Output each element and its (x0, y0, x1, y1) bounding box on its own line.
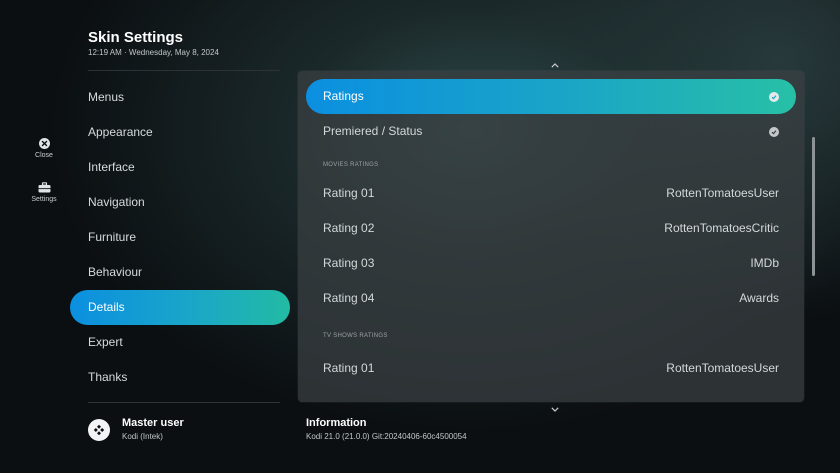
menu-item-label: Furniture (88, 230, 137, 244)
row-label: Ratings (323, 89, 364, 103)
info-version: Kodi 21.0 (21.0.0) Git:20240406-60c45000… (306, 432, 467, 441)
menu-item-label: Navigation (88, 195, 145, 209)
row-value: RottenTomatoesUser (666, 361, 779, 375)
menu-item-appearance[interactable]: Appearance (70, 115, 290, 150)
row-value: RottenTomatoesUser (666, 186, 779, 200)
menu-item-label: Behaviour (88, 265, 143, 279)
menu-item-interface[interactable]: Interface (70, 150, 290, 185)
toggle-ratings[interactable]: Ratings (306, 79, 796, 114)
menu-item-label: Details (88, 300, 125, 314)
user-name: Master user (122, 417, 184, 429)
row-value: Awards (739, 291, 779, 305)
menu-item-details[interactable]: Details (70, 290, 290, 325)
menu-item-label: Thanks (88, 370, 128, 384)
menu-item-behaviour[interactable]: Behaviour (70, 255, 290, 290)
check-icon (769, 126, 779, 137)
menu-item-thanks[interactable]: Thanks (70, 360, 290, 395)
header-divider (88, 70, 280, 71)
settings-label: Settings (31, 196, 57, 203)
menu-divider (88, 402, 280, 403)
row-value: IMDb (750, 256, 779, 270)
section-header-tv: TV SHOWS RATINGS (323, 333, 388, 339)
menu-item-label: Menus (88, 90, 125, 104)
menu-item-furniture[interactable]: Furniture (70, 220, 290, 255)
close-label: Close (35, 152, 53, 159)
user-profile-sub: Kodi (Intek) (122, 432, 163, 441)
row-label: Rating 03 (323, 256, 375, 270)
row-label: Rating 01 (323, 186, 375, 200)
scroll-up-icon[interactable] (551, 60, 559, 70)
tv-rating-01[interactable]: Rating 01 RottenTomatoesUser (306, 351, 796, 386)
menu-item-label: Appearance (88, 125, 153, 139)
scrollbar[interactable] (812, 137, 815, 276)
movie-rating-04[interactable]: Rating 04 Awards (306, 281, 796, 316)
close-button[interactable]: Close (26, 138, 62, 159)
row-label: Premiered / Status (323, 124, 423, 138)
scroll-down-icon[interactable] (551, 404, 559, 414)
row-label: Rating 02 (323, 221, 375, 235)
page-title: Skin Settings (88, 29, 184, 46)
settings-list: Ratings Premiered / Status MOVIES RATING… (306, 79, 796, 386)
movie-rating-03[interactable]: Rating 03 IMDb (306, 246, 796, 281)
toggle-premiered-status[interactable]: Premiered / Status (306, 114, 796, 149)
check-icon (769, 91, 779, 102)
movie-rating-01[interactable]: Rating 01 RottenTomatoesUser (306, 176, 796, 211)
settings-menu: Menus Appearance Interface Navigation Fu… (70, 80, 290, 395)
row-label: Rating 01 (323, 361, 375, 375)
menu-item-navigation[interactable]: Navigation (70, 185, 290, 220)
kodi-logo-icon (88, 419, 110, 441)
menu-item-label: Interface (88, 160, 135, 174)
movie-rating-02[interactable]: Rating 02 RottenTomatoesCritic (306, 211, 796, 246)
menu-item-menus[interactable]: Menus (70, 80, 290, 115)
page-subtitle: 12:19 AM · Wednesday, May 8, 2024 (88, 48, 219, 57)
toolbox-icon (38, 182, 50, 193)
menu-item-expert[interactable]: Expert (70, 325, 290, 360)
settings-button[interactable]: Settings (26, 182, 62, 203)
row-label: Rating 04 (323, 291, 375, 305)
close-icon (38, 138, 50, 149)
menu-item-label: Expert (88, 335, 123, 349)
row-value: RottenTomatoesCritic (664, 221, 779, 235)
info-title: Information (306, 417, 367, 429)
section-header-movies: MOVIES RATINGS (323, 162, 379, 168)
